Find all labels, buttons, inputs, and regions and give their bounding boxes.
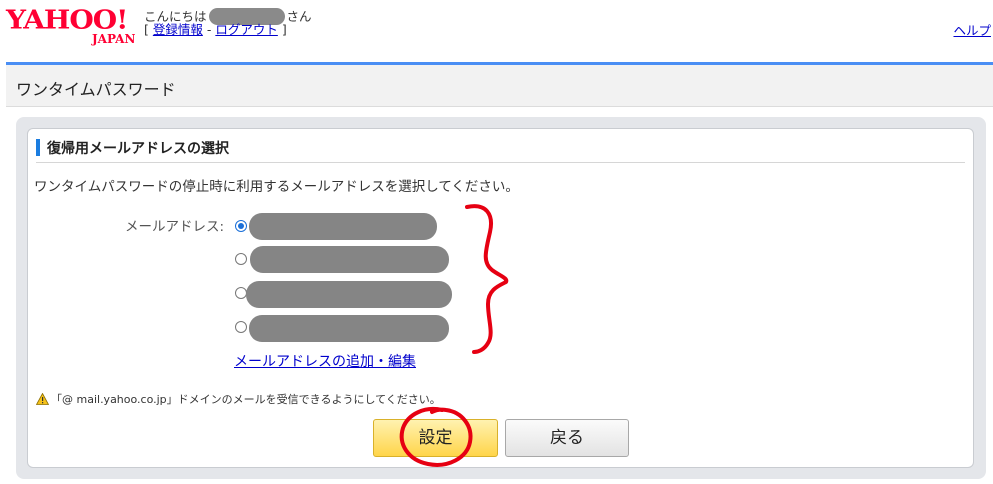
logout-link[interactable]: ログアウト bbox=[215, 22, 278, 37]
notice-text: 「@ mail.yahoo.co.jp」ドメインのメールを受信できるようにしてく… bbox=[51, 393, 441, 406]
warning-icon bbox=[36, 393, 49, 405]
yahoo-japan-logo[interactable]: YAHOO! JAPAN bbox=[6, 6, 140, 48]
email-address-redacted-2 bbox=[250, 246, 449, 273]
register-info-link[interactable]: 登録情報 bbox=[153, 22, 203, 37]
email-radio-1[interactable] bbox=[235, 220, 247, 232]
logo-text: YAHOO! bbox=[6, 4, 128, 35]
account-links: [ 登録情報 - ログアウト ] bbox=[144, 22, 287, 38]
page-title: ワンタイムパスワード bbox=[16, 80, 176, 99]
email-address-redacted-3 bbox=[246, 281, 452, 308]
link-separator: - bbox=[202, 22, 216, 37]
email-label: メールアドレス: bbox=[125, 219, 225, 235]
logo-subtext: JAPAN bbox=[92, 32, 136, 46]
greeting-suffix: さん bbox=[286, 9, 312, 24]
bracket-open: [ bbox=[144, 22, 153, 37]
section-title: 復帰用メールアドレスの選択 bbox=[47, 141, 229, 157]
main-panel: 復帰用メールアドレスの選択 ワンタイムパスワードの停止時に利用するメールアドレス… bbox=[16, 117, 986, 479]
email-radio-2[interactable] bbox=[235, 253, 247, 265]
email-selection-card: 復帰用メールアドレスの選択 ワンタイムパスワードの停止時に利用するメールアドレス… bbox=[27, 128, 974, 468]
section-accent-bar bbox=[36, 139, 40, 156]
bracket-close: ] bbox=[277, 22, 287, 37]
email-address-redacted-4 bbox=[249, 315, 449, 342]
email-radio-4[interactable] bbox=[235, 321, 247, 333]
submit-button[interactable]: 設定 bbox=[373, 419, 498, 457]
help-link[interactable]: ヘルプ bbox=[953, 20, 991, 39]
section-description: ワンタイムパスワードの停止時に利用するメールアドレスを選択してください。 bbox=[34, 179, 519, 195]
section-header: 復帰用メールアドレスの選択 bbox=[36, 137, 965, 163]
page-title-bar: ワンタイムパスワード bbox=[6, 62, 993, 107]
back-button[interactable]: 戻る bbox=[505, 419, 629, 457]
email-address-redacted-1 bbox=[249, 213, 437, 240]
domain-notice: 「@ mail.yahoo.co.jp」ドメインのメールを受信できるようにしてく… bbox=[36, 391, 441, 407]
edit-email-link[interactable]: メールアドレスの追加・編集 bbox=[234, 351, 416, 371]
